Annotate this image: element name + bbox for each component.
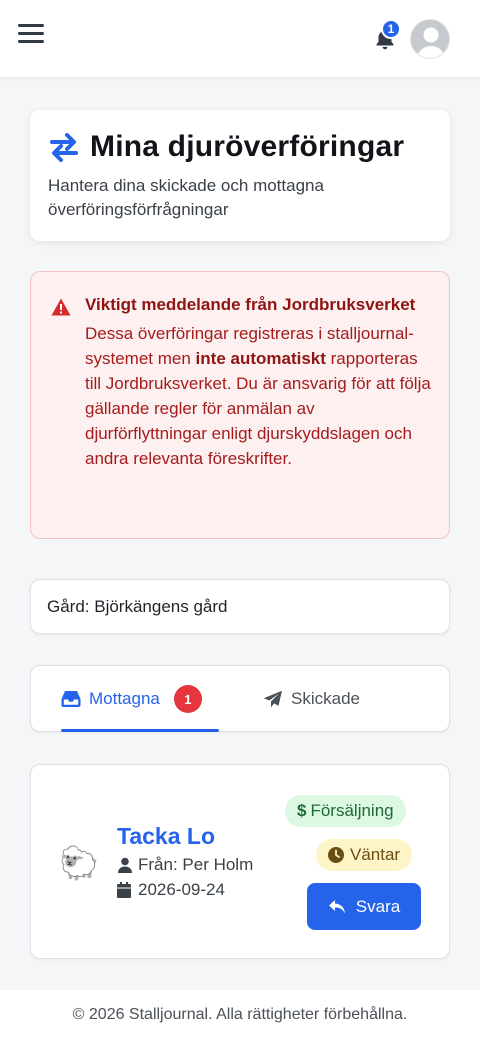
reply-label: Svara — [355, 896, 401, 916]
alert-body: Dessa överföringar registreras i stalljo… — [85, 321, 431, 471]
top-bar: 1 — [0, 0, 480, 78]
page-footer: © 2026 Stalljournal. Alla rättigheter fö… — [0, 990, 480, 1039]
tab-received[interactable]: Mottagna 1 — [61, 666, 219, 732]
animal-name-link[interactable]: Tacka Lo — [117, 823, 215, 850]
page-header-card: Mina djuröverföringar Hantera dina skick… — [30, 110, 450, 241]
status-label: Väntar — [350, 845, 401, 864]
page-subtitle: Hantera dina skickade och mottagna överf… — [48, 176, 324, 219]
sale-type-badge: $ Försäljning — [285, 795, 406, 827]
status-badge: Väntar — [316, 839, 413, 871]
date-info: 2026-09-24 — [117, 880, 225, 900]
transfer-tabs: Mottagna 1 Skickade — [30, 665, 450, 732]
farm-label-card: Gård: Björkängens gård — [30, 579, 450, 634]
sheep-icon: 🐑 — [59, 845, 99, 881]
sender-info: Från: Per Holm — [117, 855, 253, 875]
page-title: Mina djuröverföringar — [90, 130, 405, 163]
sender-text: Från: Per Holm — [138, 855, 254, 874]
dollar-icon: $ — [297, 801, 307, 820]
user-avatar[interactable] — [410, 19, 450, 59]
transfer-arrows-icon — [48, 132, 80, 162]
tab-sent-label: Skickade — [291, 689, 360, 708]
sale-type-label: Försäljning — [310, 801, 394, 820]
transfer-card: 🐑 Tacka Lo Från: Per Holm 2026-09-24 $ F… — [30, 764, 450, 959]
notification-count-badge: 1 — [381, 19, 401, 39]
alert-body-emphasis: inte automatiskt — [195, 349, 326, 368]
date-text: 2026-09-24 — [138, 880, 225, 899]
paper-plane-icon — [263, 689, 283, 709]
user-icon — [117, 857, 133, 873]
tab-received-label: Mottagna — [89, 689, 160, 708]
calendar-icon — [117, 882, 133, 898]
copyright-text: © 2026 Stalljournal. Alla rättigheter fö… — [72, 1005, 408, 1023]
received-count-badge: 1 — [173, 685, 202, 713]
alert-title: Viktigt meddelande från Jordbruksverket — [85, 295, 416, 314]
reply-arrow-icon — [328, 899, 346, 915]
inbox-icon — [61, 689, 81, 709]
active-tab-indicator — [61, 729, 219, 732]
warning-triangle-icon — [51, 298, 71, 316]
clock-icon — [328, 847, 344, 863]
farm-label: Gård: Björkängens gård — [47, 596, 228, 616]
warning-alert: Viktigt meddelande från Jordbruksverket … — [30, 271, 450, 539]
hamburger-menu-icon[interactable] — [18, 24, 44, 50]
reply-button[interactable]: Svara — [307, 883, 421, 930]
tab-sent[interactable]: Skickade — [263, 666, 413, 732]
